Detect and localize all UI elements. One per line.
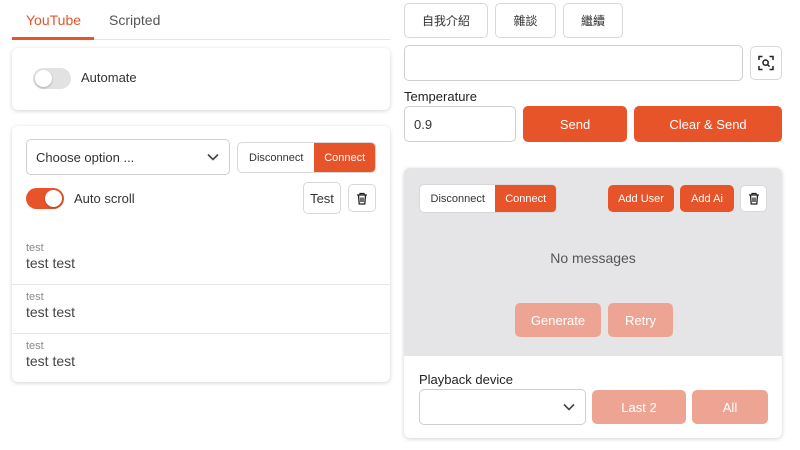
trash-icon bbox=[357, 192, 367, 205]
list-item: test test test bbox=[26, 291, 75, 320]
chat-clear-button[interactable] bbox=[740, 185, 767, 212]
tab-youtube[interactable]: YouTube bbox=[26, 0, 81, 40]
left-clear-button[interactable] bbox=[348, 184, 376, 212]
tab-scripted[interactable]: Scripted bbox=[109, 0, 160, 40]
chat-disconnect-button[interactable]: Disconnect bbox=[420, 185, 495, 212]
automate-toggle[interactable] bbox=[33, 68, 71, 89]
quick-button-intro[interactable]: 自我介紹 bbox=[404, 3, 488, 38]
divider bbox=[12, 333, 390, 334]
generate-button[interactable]: Generate bbox=[515, 303, 601, 337]
trash-icon bbox=[748, 192, 759, 205]
playback-device-select[interactable] bbox=[419, 389, 586, 425]
message-author: test bbox=[26, 242, 44, 254]
left-disconnect-button[interactable]: Disconnect bbox=[238, 143, 314, 172]
tab-bar: YouTube Scripted bbox=[12, 0, 390, 40]
test-button[interactable]: Test bbox=[303, 182, 341, 214]
list-item: test test test bbox=[26, 340, 75, 369]
all-button[interactable]: All bbox=[692, 390, 768, 424]
message-text: test test bbox=[26, 353, 76, 369]
list-item: test test test bbox=[26, 242, 75, 271]
message-author: test bbox=[26, 291, 44, 303]
scan-search-icon bbox=[758, 55, 774, 71]
temperature-input[interactable]: 0.9 bbox=[404, 106, 516, 142]
quick-button-chat[interactable]: 雜談 bbox=[495, 3, 556, 38]
chat-connection-toggle: Disconnect Connect bbox=[419, 184, 557, 213]
chat-area: Disconnect Connect Add User Add Ai No me… bbox=[404, 168, 782, 356]
chevron-down-icon bbox=[563, 403, 575, 411]
chat-connect-button[interactable]: Connect bbox=[495, 185, 556, 212]
youtube-chat-card: Choose option ... Disconnect Connect Aut… bbox=[12, 126, 390, 382]
message-text: test test bbox=[26, 255, 76, 271]
quick-button-continue[interactable]: 繼續 bbox=[563, 3, 623, 38]
automate-card: Automate bbox=[12, 48, 390, 110]
scan-button[interactable] bbox=[750, 46, 782, 80]
channel-select[interactable]: Choose option ... bbox=[26, 139, 230, 175]
active-tab-indicator bbox=[12, 37, 94, 40]
chat-panel: Disconnect Connect Add User Add Ai No me… bbox=[404, 168, 782, 438]
temperature-label: Temperature bbox=[404, 89, 477, 104]
automate-label: Automate bbox=[81, 70, 137, 85]
add-ai-button[interactable]: Add Ai bbox=[680, 185, 734, 212]
send-button[interactable]: Send bbox=[523, 106, 627, 142]
prompt-input[interactable] bbox=[404, 45, 743, 81]
divider bbox=[12, 284, 390, 285]
left-connect-button[interactable]: Connect bbox=[314, 143, 375, 172]
retry-button[interactable]: Retry bbox=[608, 303, 673, 337]
chevron-down-icon bbox=[207, 153, 219, 161]
message-author: test bbox=[26, 340, 44, 352]
autoscroll-toggle[interactable] bbox=[26, 188, 64, 209]
add-user-button[interactable]: Add User bbox=[608, 185, 674, 212]
last-2-button[interactable]: Last 2 bbox=[592, 390, 686, 424]
message-text: test test bbox=[26, 304, 76, 320]
empty-state-text: No messages bbox=[550, 250, 636, 266]
channel-select-value: Choose option ... bbox=[36, 149, 135, 165]
left-connection-toggle: Disconnect Connect bbox=[237, 142, 376, 173]
clear-send-button[interactable]: Clear & Send bbox=[634, 106, 782, 142]
playback-device-label: Playback device bbox=[419, 372, 513, 387]
autoscroll-label: Auto scroll bbox=[74, 191, 135, 206]
